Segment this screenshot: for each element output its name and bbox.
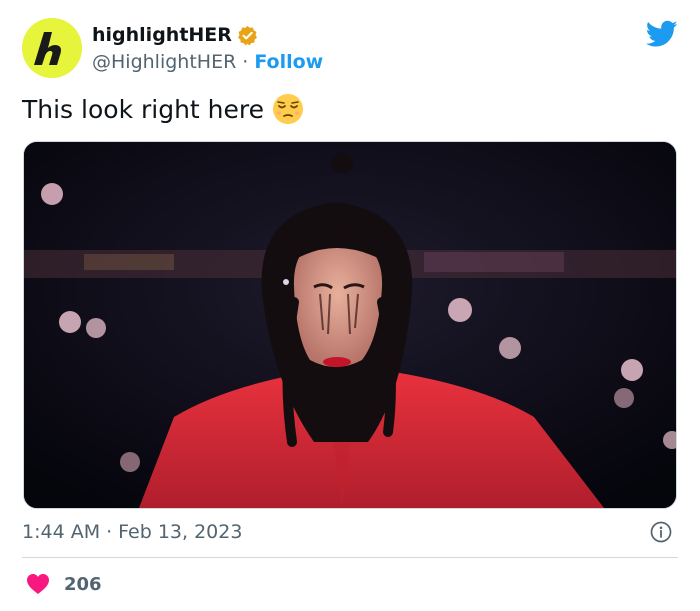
heart-icon[interactable] [26,573,50,595]
tweet-body: This look right here [22,94,265,124]
avatar[interactable] [22,18,82,78]
tweet-card: highlightHER @HighlightHER · Follow This… [0,0,700,611]
tweet-date: Feb 13, 2023 [118,521,243,543]
separator-dot: · [242,51,249,73]
display-name[interactable]: highlightHER [92,24,232,46]
tweet-time: 1:44 AM [22,521,101,543]
info-icon[interactable] [650,521,672,543]
twitter-bird-icon[interactable] [646,20,678,48]
separator-dot: · [106,521,113,543]
author-name-row: highlightHER [92,22,258,48]
follow-button[interactable]: Follow [254,51,323,73]
tweet-media-image[interactable] [23,141,677,509]
relieved-face-icon [272,93,304,125]
divider [22,557,678,558]
like-count: 206 [64,573,102,595]
tweet-timestamp[interactable]: 1:44 AM · Feb 13, 2023 [22,519,242,545]
author-handle[interactable]: @HighlightHER [92,51,236,73]
tweet-text: This look right here [22,93,304,125]
like-row[interactable]: 206 [26,571,102,597]
verified-badge-icon [237,25,258,46]
handle-row: @HighlightHER · Follow [92,49,323,75]
